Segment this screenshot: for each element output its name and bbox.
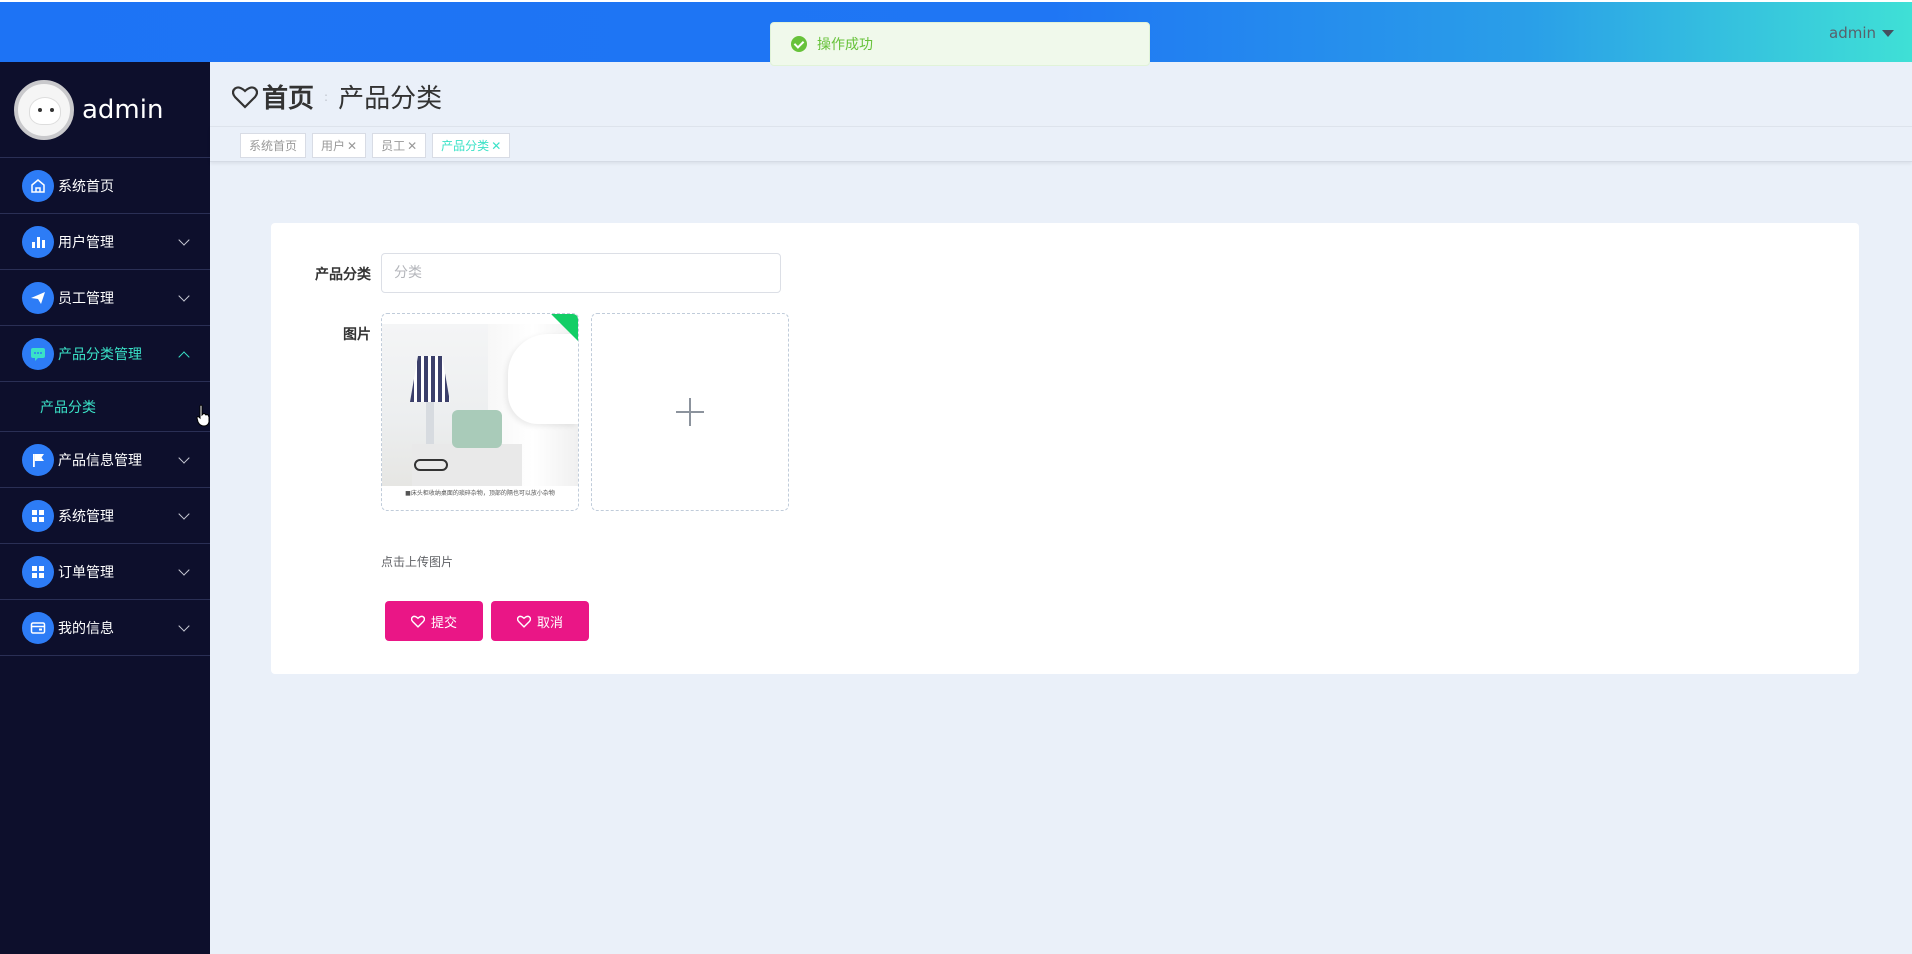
sidebar-item-product-info[interactable]: 产品信息管理 (0, 432, 210, 488)
plus-icon (676, 398, 704, 426)
sidebar-item-system[interactable]: 系统管理 (0, 488, 210, 544)
tag-label: 员工 (381, 139, 406, 153)
close-icon[interactable]: ✕ (347, 139, 357, 153)
avatar (14, 79, 74, 140)
image-label: 图片 (343, 327, 371, 343)
sidebar-item-product-category-mgmt[interactable]: 产品分类管理 (0, 326, 210, 382)
tag-label: 产品分类 (441, 139, 490, 153)
chevron-down-icon (178, 508, 190, 520)
heart-icon (410, 615, 425, 628)
sidebar-item-label: 我的信息 (58, 620, 114, 637)
sidebar-item-label: 员工管理 (58, 290, 114, 307)
caret-down-icon (1882, 29, 1894, 37)
breadcrumb-separator: : (324, 89, 329, 104)
sidebar-user: admin (0, 62, 210, 158)
chevron-up-icon (178, 351, 190, 363)
sidebar-item-label: 产品信息管理 (58, 452, 142, 469)
upload-hint: 点击上传图片 (381, 555, 454, 569)
tag-home[interactable]: 系统首页 (240, 133, 307, 158)
heart-icon (232, 85, 258, 109)
user-name: admin (1829, 24, 1876, 42)
paper-plane-icon (22, 281, 54, 314)
submit-button[interactable]: 提交 (385, 601, 483, 641)
sidebar-subitem-product-category[interactable]: 产品分类 (0, 382, 210, 432)
chevron-down-icon (178, 234, 190, 246)
cancel-label: 取消 (536, 615, 563, 631)
chevron-down-icon (178, 452, 190, 464)
sidebar-item-my-info[interactable]: 我的信息 (0, 600, 210, 656)
sidebar-item-label: 系统首页 (58, 178, 114, 195)
image-caption: ■床头柜收纳桌面的琐碎杂物，顶部的隔也可以放小杂物 (405, 490, 555, 497)
grid-icon (22, 499, 54, 532)
breadcrumb-home[interactable]: 首页 (232, 78, 314, 115)
breadcrumb-current: 产品分类 (338, 84, 443, 114)
grid-icon (22, 555, 54, 588)
tag-label: 系统首页 (249, 139, 298, 153)
form-card: 产品分类 图片 ■床头柜收纳桌面的琐碎杂物，顶部的隔也可以放小杂物 点击上传图片… (271, 223, 1859, 674)
tag-label: 用户 (321, 139, 346, 153)
sidebar-item-home[interactable]: 系统首页 (0, 158, 210, 214)
check-circle-icon (791, 36, 807, 52)
tags-bar: 系统首页 用户 ✕ 员工 ✕ 产品分类 ✕ (210, 126, 1912, 162)
sidebar-item-label: 产品分类管理 (58, 346, 142, 363)
tag-users[interactable]: 用户 ✕ (312, 133, 367, 158)
sidebar-item-orders[interactable]: 订单管理 (0, 544, 210, 600)
bar-chart-icon (22, 225, 54, 258)
chevron-down-icon (178, 564, 190, 576)
upload-add-button[interactable] (591, 313, 789, 511)
close-icon[interactable]: ✕ (491, 139, 501, 153)
sidebar-item-label: 系统管理 (58, 508, 114, 525)
chevron-down-icon (178, 620, 190, 632)
breadcrumb: 首页 : 产品分类 (232, 78, 442, 115)
chevron-down-icon (178, 290, 190, 302)
sidebar-username: admin (82, 94, 164, 125)
tag-employees[interactable]: 员工 ✕ (372, 133, 427, 158)
tag-product-category[interactable]: 产品分类 ✕ (432, 133, 511, 158)
flag-icon (22, 443, 54, 476)
sidebar-item-label: 用户管理 (58, 234, 114, 251)
chat-icon (22, 337, 54, 370)
cancel-button[interactable]: 取消 (491, 601, 589, 641)
toast-message: 操作成功 (817, 37, 873, 53)
sidebar: admin 系统首页 用户管理 员工管理 产品分类管理 产品分类 产品信息管理 (0, 62, 210, 954)
heart-icon (516, 615, 531, 628)
hand-cursor-icon (196, 404, 210, 427)
sidebar-item-label: 订单管理 (58, 564, 114, 581)
submit-label: 提交 (430, 615, 457, 631)
breadcrumb-home-label: 首页 (262, 84, 315, 114)
home-icon (22, 169, 54, 202)
user-dropdown[interactable]: admin (1829, 24, 1894, 42)
sidebar-item-users[interactable]: 用户管理 (0, 214, 210, 270)
category-input[interactable] (381, 253, 781, 293)
wallet-icon (22, 611, 54, 644)
close-icon[interactable]: ✕ (407, 139, 417, 153)
category-label: 产品分类 (315, 267, 371, 283)
product-photo (382, 324, 578, 486)
success-toast: 操作成功 (770, 22, 1150, 66)
uploaded-image-thumbnail[interactable]: ■床头柜收纳桌面的琐碎杂物，顶部的隔也可以放小杂物 (381, 313, 579, 511)
sidebar-item-employees[interactable]: 员工管理 (0, 270, 210, 326)
